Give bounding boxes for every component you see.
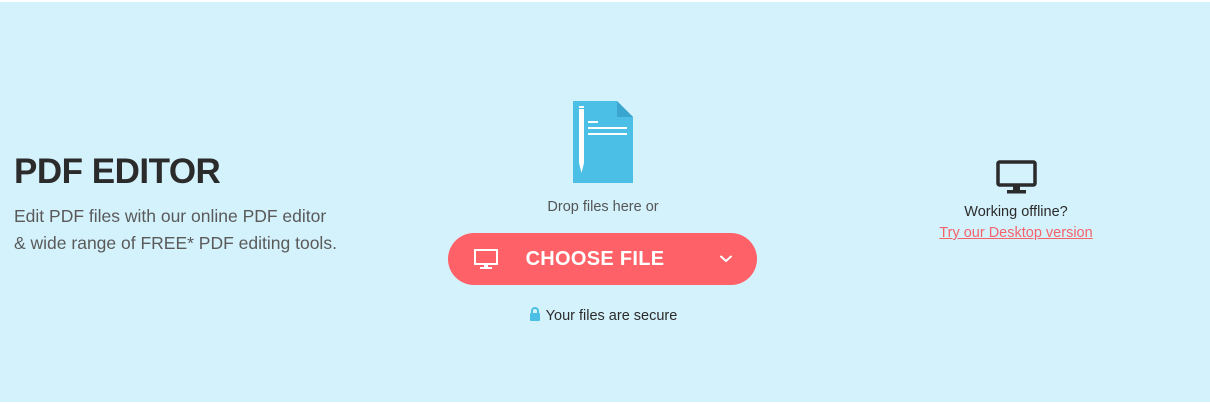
- choose-file-label: CHOOSE FILE: [525, 248, 665, 270]
- description-line-2: & wide range of FREE* PDF editing tools.: [14, 233, 337, 253]
- desktop-monitor-icon: [996, 160, 1037, 194]
- hero-section: PDF EDITOR Edit PDF files with our onlin…: [0, 2, 1210, 402]
- chevron-down-icon[interactable]: [720, 255, 732, 263]
- page-description: Edit PDF files with our online PDF edito…: [14, 203, 394, 257]
- desktop-version-link[interactable]: Try our Desktop version: [900, 225, 1132, 241]
- choose-file-button[interactable]: CHOOSE FILE: [448, 233, 757, 285]
- page-title: PDF EDITOR: [14, 152, 221, 191]
- working-offline-text: Working offline?: [964, 204, 1068, 220]
- monitor-icon: [474, 249, 498, 269]
- pdf-document-pencil-icon: [573, 101, 633, 183]
- description-line-1: Edit PDF files with our online PDF edito…: [14, 206, 327, 226]
- drop-files-text: Drop files here or: [547, 199, 659, 215]
- lock-icon: [529, 307, 540, 321]
- secure-notice: Your files are secure: [450, 307, 756, 324]
- secure-text: Your files are secure: [545, 308, 678, 324]
